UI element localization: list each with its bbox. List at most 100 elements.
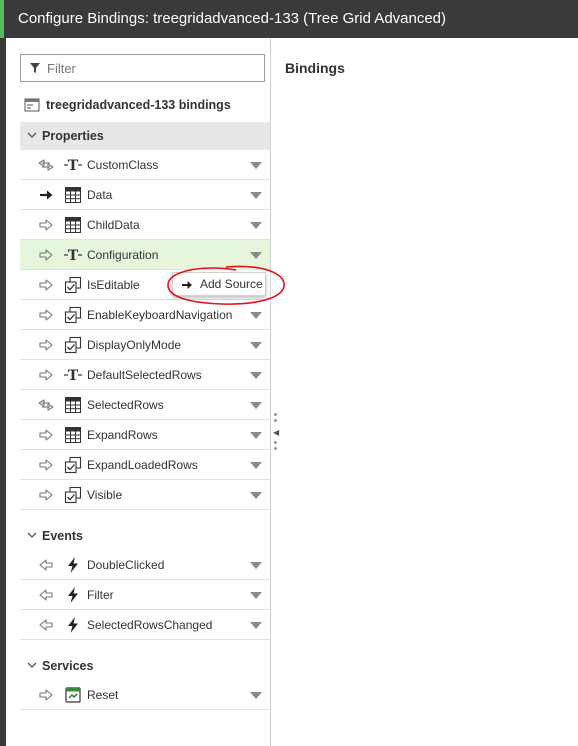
svg-text:T: T (68, 158, 79, 174)
caret-down-icon[interactable] (250, 562, 262, 569)
filter-icon (30, 63, 40, 73)
property-row-enablekeyboardnavigation[interactable]: EnableKeyboardNavigation (20, 300, 270, 330)
in-arrow-icon (39, 279, 53, 291)
grip-dot (274, 441, 277, 444)
service-row-reset[interactable]: Reset (20, 680, 270, 710)
caret-down-icon[interactable] (250, 222, 262, 229)
service-label: Reset (87, 688, 119, 702)
caret-down-icon[interactable] (250, 402, 262, 409)
bound-arrow-icon (40, 190, 53, 200)
binding-tree-panel: treegridadvanced-133 bindings Properties… (6, 38, 271, 746)
property-label: Data (87, 188, 113, 202)
splitter-handle[interactable]: ◀ (273, 410, 279, 458)
in-arrow-icon (39, 689, 53, 701)
event-label: SelectedRowsChanged (87, 618, 213, 632)
grip-dot (274, 447, 277, 450)
in-arrow-icon (39, 459, 53, 471)
svg-text:T: T (68, 248, 79, 264)
filter-input[interactable] (47, 58, 259, 78)
property-row-displayonlymode[interactable]: DisplayOnlyMode (20, 330, 270, 360)
property-row-childdata[interactable]: ChildData (20, 210, 270, 240)
property-row-expandloadedrows[interactable]: ExpandLoadedRows (20, 450, 270, 480)
text-type-icon: T (64, 158, 82, 174)
event-row-doubleclicked[interactable]: DoubleClicked (20, 550, 270, 580)
property-label: Configuration (87, 248, 159, 262)
property-label: SelectedRows (87, 398, 164, 412)
event-row-selectedrowschanged[interactable]: SelectedRowsChanged (20, 610, 270, 640)
service-icon (65, 687, 81, 703)
grip-dot (274, 413, 277, 416)
boolean-type-icon (64, 486, 82, 504)
in-arrow-icon (39, 369, 53, 381)
section-properties[interactable]: Properties (20, 122, 270, 150)
property-label: ExpandRows (87, 428, 158, 442)
bidirectional-arrow-icon (38, 399, 54, 411)
mashup-widget-icon (24, 98, 40, 112)
property-row-configuration[interactable]: T Configuration (20, 240, 270, 270)
text-type-icon: T (64, 248, 82, 264)
table-type-icon (65, 427, 81, 443)
section-label: Events (42, 529, 83, 543)
table-type-icon (65, 187, 81, 203)
in-arrow-icon (39, 309, 53, 321)
table-type-icon (65, 217, 81, 233)
caret-down-icon[interactable] (250, 192, 262, 199)
tree-header: treegridadvanced-133 bindings (20, 96, 270, 116)
caret-down-icon[interactable] (250, 342, 262, 349)
section-label: Properties (42, 129, 104, 143)
caret-down-icon[interactable] (250, 462, 262, 469)
out-arrow-icon (39, 619, 53, 631)
out-arrow-icon (39, 589, 53, 601)
event-label: DoubleClicked (87, 558, 165, 572)
chevron-down-icon (27, 532, 37, 538)
caret-down-icon[interactable] (250, 372, 262, 379)
caret-down-icon[interactable] (250, 492, 262, 499)
property-row-data[interactable]: Data (20, 180, 270, 210)
bidirectional-arrow-icon (38, 159, 54, 171)
grip-dot (274, 419, 277, 422)
in-arrow-icon (39, 339, 53, 351)
event-label: Filter (87, 588, 114, 602)
property-row-customclass[interactable]: T CustomClass (20, 150, 270, 180)
property-label: DisplayOnlyMode (87, 338, 182, 352)
caret-down-icon[interactable] (250, 692, 262, 699)
text-type-icon: T (64, 368, 82, 384)
property-label: DefaultSelectedRows (87, 368, 202, 382)
window-title: Configure Bindings: treegridadvanced-133… (6, 0, 578, 38)
caret-down-icon[interactable] (250, 432, 262, 439)
in-arrow-icon (39, 249, 53, 261)
section-services[interactable]: Services (20, 652, 270, 680)
out-arrow-icon (39, 559, 53, 571)
collapse-arrow-icon[interactable]: ◀ (273, 429, 279, 437)
in-arrow-icon (39, 429, 53, 441)
lightning-icon (68, 617, 78, 633)
in-arrow-icon (39, 219, 53, 231)
caret-down-icon[interactable] (250, 162, 262, 169)
property-row-expandrows[interactable]: ExpandRows (20, 420, 270, 450)
caret-down-icon[interactable] (250, 622, 262, 629)
section-events[interactable]: Events (20, 522, 270, 550)
lightning-icon (68, 557, 78, 573)
caret-down-icon[interactable] (250, 312, 262, 319)
caret-down-icon[interactable] (250, 592, 262, 599)
property-row-selectedrows[interactable]: SelectedRows (20, 390, 270, 420)
chevron-down-icon (27, 132, 37, 138)
caret-down-icon[interactable] (250, 252, 262, 259)
add-source-label: Add Source (200, 277, 263, 291)
svg-text:T: T (68, 368, 79, 384)
accent-bar (0, 0, 4, 38)
lightning-icon (68, 587, 78, 603)
event-row-filter[interactable]: Filter (20, 580, 270, 610)
property-row-defaultselectedrows[interactable]: T DefaultSelectedRows (20, 360, 270, 390)
boolean-type-icon (64, 276, 82, 294)
property-row-visible[interactable]: Visible (20, 480, 270, 510)
filter-box[interactable] (20, 54, 265, 82)
section-label: Services (42, 659, 94, 673)
add-source-menu-item[interactable]: Add Source (172, 272, 266, 296)
property-label: ChildData (87, 218, 140, 232)
chevron-down-icon (27, 662, 37, 668)
arrow-right-icon (182, 281, 192, 289)
table-type-icon (65, 397, 81, 413)
bindings-title: Bindings (285, 60, 345, 76)
bindings-panel: Bindings (271, 38, 578, 746)
